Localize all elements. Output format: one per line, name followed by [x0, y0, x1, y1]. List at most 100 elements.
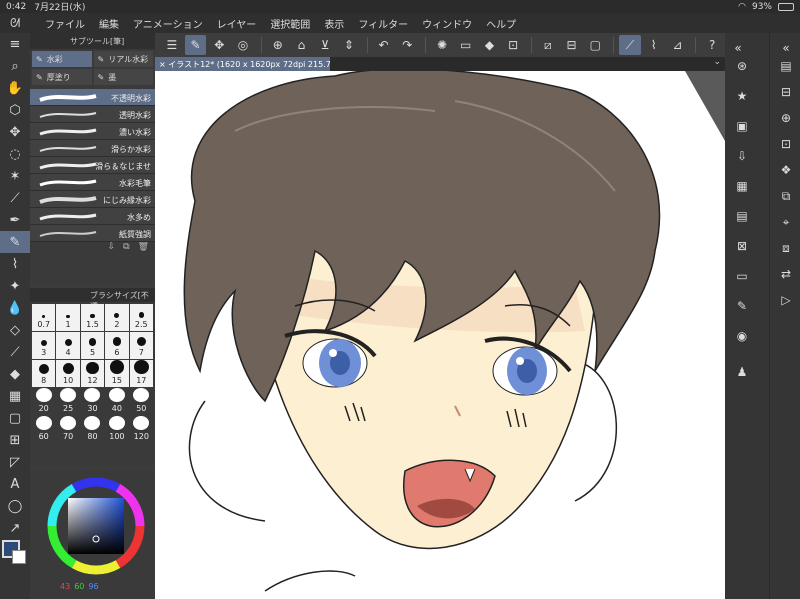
grid-icon[interactable]: ▦ [733, 177, 751, 195]
brush-size-option[interactable]: 7 [129, 332, 153, 359]
snap-ruler-icon[interactable]: ⟋ [619, 35, 641, 55]
eraser-fill-icon[interactable]: ▭ [455, 35, 477, 55]
group-tab-real-watercolor[interactable]: ✎ リアル水彩 [93, 51, 153, 67]
brush-size-option[interactable]: 2 [105, 304, 129, 331]
expand-icon[interactable]: ⇕ [338, 35, 360, 55]
photo-icon[interactable]: ◉ [733, 327, 751, 345]
download-icon[interactable]: ⇩ [733, 147, 751, 165]
move-tool-icon[interactable]: ✥ [0, 121, 30, 143]
hand-tool-icon[interactable]: ✋ [0, 77, 30, 99]
balloon-tool-icon[interactable]: ◯ [0, 495, 30, 517]
group-tab-ink[interactable]: ✎ 墨 [93, 69, 153, 85]
spiral-icon[interactable]: ◎ [232, 35, 254, 55]
brush-size-option[interactable]: 80 [80, 416, 105, 443]
brush-item[interactable]: 透明水彩 [30, 106, 155, 123]
menu-window[interactable]: ウィンドウ [415, 16, 479, 31]
fill-tool-icon[interactable]: ◆ [0, 363, 30, 385]
crop-icon[interactable]: ⊟ [561, 35, 583, 55]
brush-item[interactable]: 滑ら＆なじませ [30, 157, 155, 174]
material-icon[interactable]: ⊟ [777, 83, 795, 101]
folder-icon[interactable]: ▭ [733, 267, 751, 285]
zoom-tool-icon[interactable]: ⌕ [0, 55, 30, 77]
gradient-tool-icon[interactable]: ▦ [0, 385, 30, 407]
snap-grid-icon[interactable]: ⊿ [667, 35, 689, 55]
brush-tool-icon[interactable]: ✎ [0, 231, 30, 253]
canvas-tab[interactable]: × イラスト12* (1620 x 1620px 72dpi 215.7%) [155, 57, 330, 71]
sub-color-swatch[interactable] [12, 550, 26, 564]
inbox-icon[interactable]: ⊡ [777, 135, 795, 153]
brush-size-option[interactable]: 4 [56, 332, 80, 359]
pen-tool-icon[interactable]: ✒ [0, 209, 30, 231]
layer-list-icon[interactable]: ▤ [777, 57, 795, 75]
brush-size-option[interactable]: 12 [80, 360, 105, 387]
color-wheel[interactable] [30, 470, 155, 580]
brush-size-option[interactable]: 6 [105, 332, 129, 359]
move-icon[interactable]: ✥ [208, 35, 230, 55]
help-icon[interactable]: ? [701, 35, 723, 55]
new-file-icon[interactable]: ⊕ [267, 35, 289, 55]
canvas-area[interactable] [155, 71, 725, 599]
blend-tool-icon[interactable]: 💧 [0, 297, 30, 319]
menu-view[interactable]: 表示 [317, 16, 351, 31]
text-tool-icon[interactable]: A [0, 473, 30, 495]
deselect-icon[interactable]: ⧄ [537, 35, 559, 55]
figure-icon[interactable]: ♟ [733, 363, 751, 381]
trash-icon[interactable]: 🗑 [138, 242, 149, 256]
transform-panel-icon[interactable]: ⊠ [733, 237, 751, 255]
group-tab-thick-paint[interactable]: ✎ 厚塗り [32, 69, 92, 85]
collapse-icon[interactable]: « [777, 39, 795, 57]
brush-size-option[interactable]: 15 [105, 360, 129, 387]
figure-tool-icon[interactable]: ▢ [0, 407, 30, 429]
menu-animation[interactable]: アニメーション [126, 16, 210, 31]
brush-item[interactable]: にじみ縁水彩 [30, 191, 155, 208]
fill-icon[interactable]: ◆ [479, 35, 501, 55]
menu-selection[interactable]: 選択範囲 [263, 16, 317, 31]
star-icon[interactable]: ★ [733, 87, 751, 105]
object-tool-icon[interactable]: ⬡ [0, 99, 30, 121]
app-logo-icon[interactable]: ᘛ [10, 16, 28, 31]
animation-icon[interactable]: ▷ [777, 291, 795, 309]
lasso-tool-icon[interactable]: ◌ [0, 143, 30, 165]
hamburger-menu-icon[interactable]: ☰ [161, 35, 183, 55]
airbrush-tool-icon[interactable]: ⌇ [0, 253, 30, 275]
menu-file[interactable]: ファイル [38, 16, 92, 31]
eyedropper-tool-icon[interactable]: ⟋ [0, 187, 30, 209]
menu-help[interactable]: ヘルプ [479, 16, 523, 31]
brush-item[interactable]: 滑らか水彩 [30, 140, 155, 157]
camera-icon[interactable]: ▣ [733, 117, 751, 135]
frame-tool-icon[interactable]: ⊞ [0, 429, 30, 451]
brush-item[interactable]: 水彩毛筆 [30, 174, 155, 191]
magic-wand-tool-icon[interactable]: ✶ [0, 165, 30, 187]
brush-size-option[interactable]: 5 [80, 332, 105, 359]
brush-item[interactable]: 濃い水彩 [30, 123, 155, 140]
decoration-tool-icon[interactable]: ✦ [0, 275, 30, 297]
brush-size-option[interactable]: 40 [105, 388, 129, 415]
collapse-icon[interactable]: « [729, 39, 747, 57]
brush-size-option[interactable]: 30 [80, 388, 105, 415]
brush-size-option[interactable]: 25 [56, 388, 80, 415]
pen-mode-icon[interactable]: ✎ [184, 35, 207, 55]
layers-icon[interactable]: ❖ [777, 161, 795, 179]
brush-size-option[interactable]: 60 [32, 416, 56, 443]
duplicate-icon[interactable]: ⧉ [123, 242, 129, 256]
pin-icon[interactable]: ⌖ [777, 213, 795, 231]
brush-item[interactable]: 紙質強調 [30, 225, 155, 242]
brush-size-option[interactable]: 50 [129, 388, 153, 415]
snap-special-icon[interactable]: ⌇ [643, 35, 665, 55]
brush-size-option[interactable]: 1 [56, 304, 80, 331]
brush-size-option[interactable]: 17 [129, 360, 153, 387]
brush-size-option[interactable]: 3 [32, 332, 56, 359]
chevron-down-icon[interactable]: ⌄ [713, 57, 721, 67]
search-icon[interactable]: ⊕ [777, 109, 795, 127]
brush-size-option[interactable]: 2.5 [129, 304, 153, 331]
menu-layer[interactable]: レイヤー [210, 16, 264, 31]
stack-icon[interactable]: ⧈ [777, 239, 795, 257]
layer-search-icon[interactable]: ⧉ [777, 187, 795, 205]
brush-size-option[interactable]: 70 [56, 416, 80, 443]
eraser-tool-icon[interactable]: ◇ [0, 319, 30, 341]
selection-show-icon[interactable]: ▢ [584, 35, 606, 55]
edit-panel-icon[interactable]: ✎ [733, 297, 751, 315]
menu-edit[interactable]: 編集 [92, 16, 126, 31]
brush-size-option[interactable]: 1.5 [80, 304, 105, 331]
transform-icon[interactable]: ⊡ [502, 35, 524, 55]
